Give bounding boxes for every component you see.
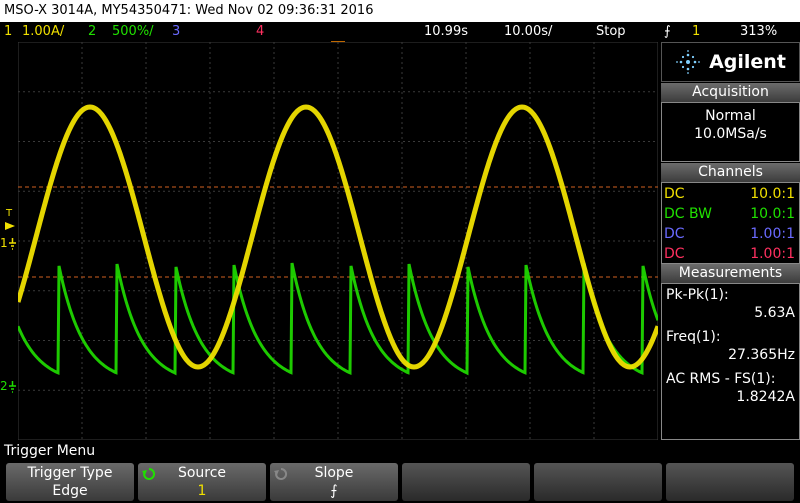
timebase-scale[interactable]: 10.00s/ (504, 22, 552, 41)
softkey-label: Slope (314, 465, 354, 481)
ch1-ground-icon (9, 238, 16, 250)
entry-knob-icon (142, 467, 156, 480)
trigger-type-softkey[interactable]: Trigger Type Edge (6, 463, 134, 501)
brand-name: Agilent (709, 51, 786, 73)
channel-probe-ratio: 10.0:1 (750, 206, 795, 222)
channel-probe-ratio: 1.00:1 (750, 226, 795, 242)
channel-coupling: DC (664, 226, 685, 242)
measurement-value: 27.365Hz (728, 347, 795, 363)
softkey-value: Edge (52, 483, 88, 499)
right-panel: Agilent Acquisition Normal 10.0MSa/s Cha… (661, 42, 800, 440)
ch2-ground-icon (9, 381, 16, 393)
waveform-display[interactable] (18, 42, 658, 440)
entry-knob-icon (274, 467, 288, 480)
channel-row-2[interactable]: DC BW 10.0:1 (662, 204, 799, 224)
acquisition-mode: Normal (705, 108, 756, 124)
ch1-number[interactable]: 1 (4, 22, 12, 41)
channel-probe-ratio: 1.00:1 (750, 246, 795, 262)
menu-title: Trigger Menu (4, 443, 96, 459)
source-softkey[interactable]: Source 1 (138, 463, 266, 501)
empty-softkey-6[interactable] (666, 463, 794, 501)
channel-row-3[interactable]: DC 1.00:1 (662, 224, 799, 244)
timebase-delay[interactable]: 10.99s (424, 22, 468, 41)
softkey-value: ⨍ (330, 483, 338, 499)
window-title: MSO-X 3014A, MY54350471: Wed Nov 02 09:3… (4, 3, 374, 18)
channel-row-1[interactable]: DC 10.0:1 (662, 184, 799, 204)
trigger-level-marker: T (6, 208, 13, 219)
channel-coupling: DC BW (664, 206, 712, 222)
agilent-spark-icon (676, 50, 700, 74)
ch2-number[interactable]: 2 (88, 22, 96, 41)
softkey-label: Trigger Type (27, 465, 113, 481)
softkey-label: Source (177, 465, 227, 481)
channel-row-4[interactable]: DC 1.00:1 (662, 244, 799, 264)
measurement-label: AC RMS - FS(1): (666, 371, 776, 387)
channel-probe-ratio: 10.0:1 (750, 186, 795, 202)
measurement-value: 5.63A (754, 305, 795, 321)
measurements-header: Measurements (661, 264, 800, 283)
trigger-slope-icon: ⨍ (664, 24, 671, 39)
softkey-value: 1 (197, 483, 207, 499)
trigger-arrow-icon (5, 222, 15, 230)
brand-logo: Agilent (661, 42, 800, 82)
acquisition-header: Acquisition (661, 83, 800, 102)
ch1-ground-marker[interactable]: 1 (0, 236, 8, 250)
trigger-source: 1 (692, 24, 701, 39)
acquisition-rate: 10.0MSa/s (694, 126, 767, 142)
measurements-box: Pk-Pk(1): 5.63A Freq(1): 27.365Hz AC RMS… (661, 283, 800, 440)
channels-box: DC 10.0:1 DC BW 10.0:1 DC 1.00:1 DC 1.00… (661, 182, 800, 264)
ch2-ground-marker[interactable]: 2 (0, 379, 8, 393)
empty-softkey-5[interactable] (534, 463, 662, 501)
acquisition-box: Normal 10.0MSa/s (661, 102, 800, 162)
trigger-level[interactable]: 313% (740, 22, 777, 41)
status-bar: 1 1.00A/ 2 500%/ 3 4 10.99s 10.00s/ Stop… (0, 22, 800, 41)
ch2-scale[interactable]: 500%/ (112, 22, 154, 41)
measurement-label: Freq(1): (666, 329, 721, 345)
channel-coupling: DC (664, 246, 685, 262)
softkey-bar: Trigger Menu Trigger Type Edge Source 1 … (0, 441, 800, 503)
waveform-graticule (18, 42, 658, 440)
empty-softkey-4[interactable] (402, 463, 530, 501)
ch4-number[interactable]: 4 (256, 22, 264, 41)
run-state: Stop (596, 24, 626, 39)
measurement-value: 1.8242A (736, 389, 795, 405)
ch1-scale[interactable]: 1.00A/ (22, 22, 64, 41)
slope-softkey[interactable]: Slope ⨍ (270, 463, 398, 501)
channel-coupling: DC (664, 186, 685, 202)
ch3-number[interactable]: 3 (172, 22, 180, 41)
channels-header: Channels (661, 163, 800, 182)
measurement-label: Pk-Pk(1): (666, 287, 729, 303)
window-title-bar: MSO-X 3014A, MY54350471: Wed Nov 02 09:3… (0, 0, 800, 22)
